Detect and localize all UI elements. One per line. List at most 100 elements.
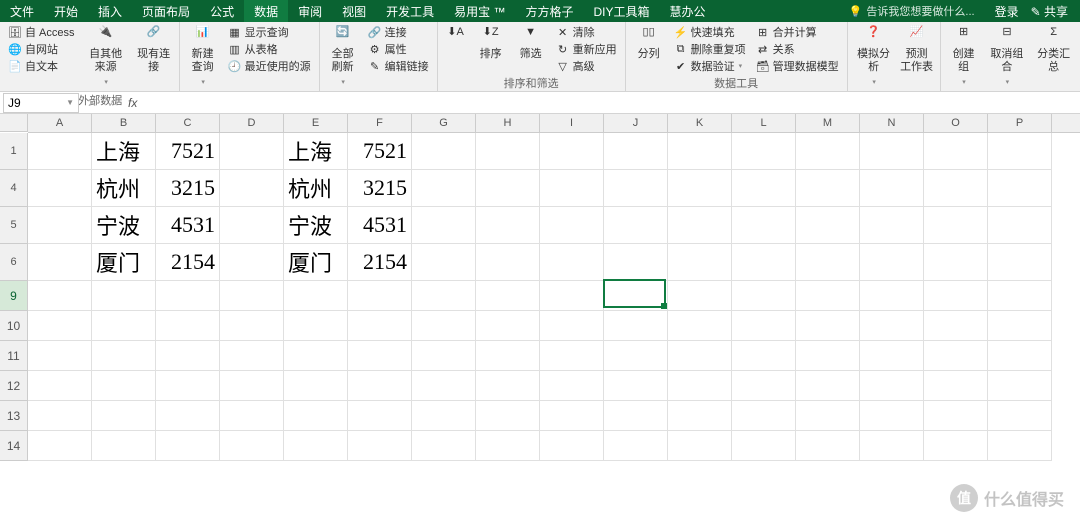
confirm-edit-button[interactable]: ✓ [102, 96, 122, 110]
cell[interactable] [796, 401, 860, 431]
cell[interactable]: 4531 [156, 207, 220, 244]
cell[interactable] [540, 311, 604, 341]
cell[interactable] [540, 281, 604, 311]
from-table-button[interactable]: ▥从表格 [226, 41, 313, 57]
ribbon-tab[interactable]: 插入 [88, 0, 132, 22]
cell[interactable] [284, 431, 348, 461]
cell[interactable] [348, 341, 412, 371]
cell[interactable] [28, 207, 92, 244]
cell[interactable] [796, 311, 860, 341]
column-header[interactable]: A [28, 114, 92, 132]
column-header[interactable]: P [988, 114, 1052, 132]
cell[interactable] [796, 341, 860, 371]
cell[interactable]: 7521 [156, 133, 220, 170]
ribbon-tab[interactable]: 开始 [44, 0, 88, 22]
cell[interactable] [732, 371, 796, 401]
cell[interactable]: 宁波 [92, 207, 156, 244]
cell[interactable] [156, 341, 220, 371]
cell[interactable]: 杭州 [92, 170, 156, 207]
cell[interactable]: 上海 [92, 133, 156, 170]
cell[interactable] [92, 311, 156, 341]
ribbon-tab[interactable]: 易用宝 ™ [444, 0, 515, 22]
cell[interactable] [604, 341, 668, 371]
cell[interactable]: 杭州 [284, 170, 348, 207]
cell[interactable] [540, 133, 604, 170]
sort-asc-button[interactable]: ⬇A [444, 24, 468, 48]
row-header[interactable]: 12 [0, 371, 28, 401]
cell[interactable] [348, 431, 412, 461]
consolidate-button[interactable]: ⊞合并计算 [754, 24, 841, 40]
cell[interactable] [284, 341, 348, 371]
cell[interactable] [732, 244, 796, 281]
cell[interactable] [860, 341, 924, 371]
cell[interactable] [924, 244, 988, 281]
cell[interactable] [28, 311, 92, 341]
cell[interactable] [924, 431, 988, 461]
column-header[interactable]: N [860, 114, 924, 132]
cell[interactable] [668, 170, 732, 207]
refresh-all-button[interactable]: 🔄全部刷新▾ [326, 24, 360, 91]
cell[interactable] [988, 401, 1052, 431]
cell[interactable] [604, 244, 668, 281]
cell[interactable] [668, 401, 732, 431]
cell[interactable] [476, 431, 540, 461]
cell[interactable] [988, 244, 1052, 281]
forecast-sheet-button[interactable]: 📈预测 工作表 [900, 24, 934, 76]
cell[interactable] [220, 281, 284, 311]
cell[interactable] [28, 244, 92, 281]
row-header[interactable]: 6 [0, 244, 28, 281]
column-header[interactable]: C [156, 114, 220, 132]
cell[interactable] [796, 133, 860, 170]
column-header[interactable]: M [796, 114, 860, 132]
column-header[interactable]: E [284, 114, 348, 132]
cell[interactable] [796, 371, 860, 401]
cell[interactable] [476, 341, 540, 371]
cell[interactable] [732, 281, 796, 311]
cell[interactable] [156, 401, 220, 431]
cell[interactable] [220, 207, 284, 244]
cell[interactable] [284, 281, 348, 311]
column-header[interactable]: J [604, 114, 668, 132]
cell[interactable] [796, 431, 860, 461]
relationships-button[interactable]: ⇄关系 [754, 41, 841, 57]
data-validation-button[interactable]: ✔数据验证▾ [672, 58, 748, 74]
cell[interactable]: 2154 [348, 244, 412, 281]
cell[interactable] [476, 401, 540, 431]
cell[interactable] [28, 341, 92, 371]
cell[interactable] [220, 431, 284, 461]
cell[interactable] [668, 431, 732, 461]
cell[interactable] [540, 431, 604, 461]
cell[interactable] [860, 431, 924, 461]
new-query-button[interactable]: 📊新建 查询▾ [186, 24, 220, 91]
ribbon-tab[interactable]: 公式 [200, 0, 244, 22]
ribbon-tab[interactable]: 文件 [0, 0, 44, 22]
cell[interactable] [924, 207, 988, 244]
row-header[interactable]: 1 [0, 133, 28, 170]
share-button[interactable]: ✎ 共享 [1031, 3, 1068, 20]
cell[interactable] [604, 371, 668, 401]
cell[interactable] [156, 311, 220, 341]
cell[interactable] [988, 170, 1052, 207]
cell[interactable] [220, 371, 284, 401]
cell[interactable] [604, 311, 668, 341]
cell[interactable] [476, 311, 540, 341]
cell[interactable] [924, 341, 988, 371]
cell[interactable] [92, 281, 156, 311]
cell[interactable] [412, 207, 476, 244]
cell[interactable] [220, 170, 284, 207]
cell[interactable] [924, 133, 988, 170]
cell[interactable] [348, 311, 412, 341]
cell[interactable] [412, 371, 476, 401]
cell[interactable] [476, 371, 540, 401]
column-header[interactable]: F [348, 114, 412, 132]
cell[interactable] [604, 431, 668, 461]
cell[interactable] [220, 133, 284, 170]
cell[interactable] [412, 431, 476, 461]
cell[interactable] [476, 207, 540, 244]
column-header[interactable]: K [668, 114, 732, 132]
row-header[interactable]: 9 [0, 281, 28, 311]
cell[interactable] [28, 431, 92, 461]
spreadsheet-grid[interactable]: ABCDEFGHIJKLMNOP 1上海7521上海75214杭州3215杭州3… [0, 114, 1080, 461]
from-other-sources-button[interactable]: 🔌自其他来源▾ [83, 24, 129, 91]
cell[interactable] [604, 401, 668, 431]
